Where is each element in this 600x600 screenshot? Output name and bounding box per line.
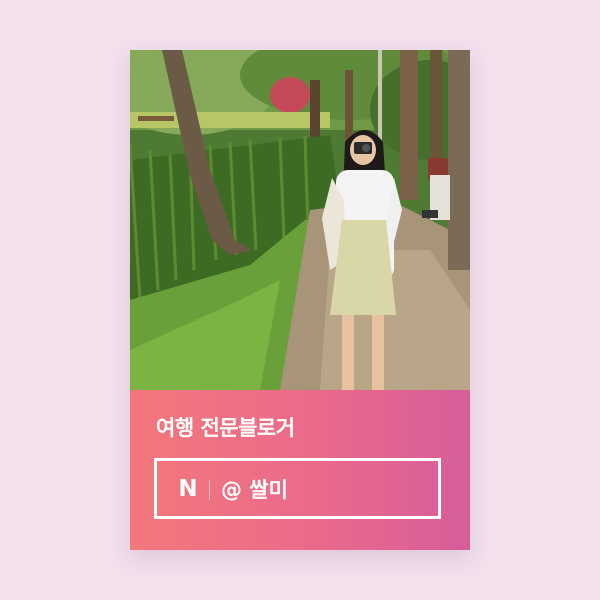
- profile-card: 여행 전문블로거 N @ 쌀미: [130, 50, 470, 550]
- divider: [209, 480, 210, 500]
- naver-n-icon: N: [178, 476, 198, 502]
- profile-photo: [130, 50, 470, 390]
- blog-handle: @ 쌀미: [221, 478, 288, 502]
- blog-handle-link[interactable]: N @ 쌀미: [154, 458, 441, 519]
- profile-info-panel: 여행 전문블로거 N @ 쌀미: [130, 390, 470, 550]
- headline: 여행 전문블로거: [156, 416, 295, 440]
